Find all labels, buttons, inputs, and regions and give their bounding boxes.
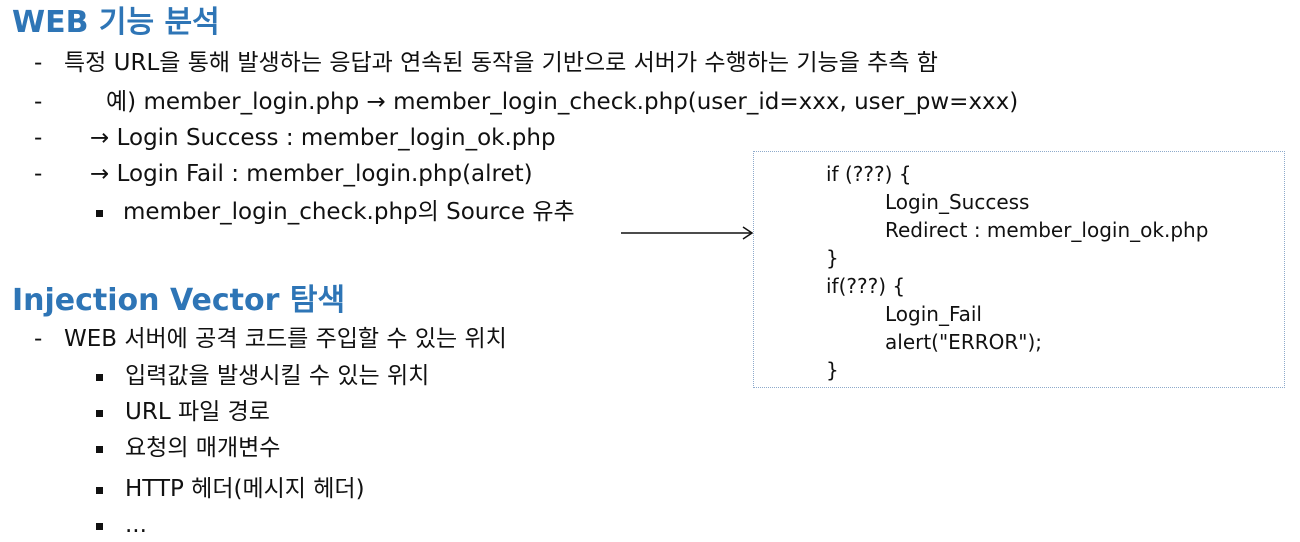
code-line: if (???) {	[826, 162, 912, 186]
code-line: alert("ERROR");	[885, 330, 1042, 354]
list-item: - 특정 URL을 통해 발생하는 응답과 연속된 동작을 기반으로 서버가 수…	[34, 50, 938, 76]
square-bullet-icon	[96, 446, 103, 453]
code-line: if(???) {	[826, 274, 906, 298]
code-line: Login_Success	[885, 190, 1030, 214]
code-line: Redirect : member_login_ok.php	[885, 218, 1209, 242]
dash-marker: -	[34, 326, 43, 352]
sub-list-item: 입력값을 발생시킬 수 있는 위치	[0, 365, 620, 391]
list-item: - 예) member_login.php → member_login_che…	[34, 89, 1018, 115]
square-bullet-icon	[96, 210, 103, 217]
list-item: - WEB 서버에 공격 코드를 주입할 수 있는 위치	[34, 326, 507, 352]
list-item-text: 예) member_login.php → member_login_check…	[106, 89, 1019, 115]
square-bullet-icon	[96, 374, 103, 381]
square-bullet-icon	[96, 410, 103, 417]
dash-marker: -	[34, 161, 43, 187]
sub-list-item-text: 입력값을 발생시킬 수 있는 위치	[125, 363, 430, 389]
sub-list-item-text: 요청의 매개변수	[125, 435, 281, 461]
right-arrow-icon	[621, 226, 754, 240]
list-item-text: 특정 URL을 통해 발생하는 응답과 연속된 동작을 기반으로 서버가 수행하…	[64, 50, 938, 76]
square-bullet-icon	[96, 523, 103, 530]
section-title-web-analysis: WEB 기능 분석	[12, 5, 220, 40]
dash-marker: -	[34, 89, 43, 115]
sub-list-item: HTTP 헤더(메시지 헤더)	[0, 478, 620, 504]
square-bullet-icon	[96, 487, 103, 494]
sub-list-item: 요청의 매개변수	[0, 437, 620, 463]
sub-list-item-text: URL 파일 경로	[125, 399, 270, 425]
code-line: }	[826, 358, 839, 382]
list-item-text: → Login Success : member_login_ok.php	[90, 125, 556, 151]
sub-list-item: member_login_check.php의 Source 유추	[0, 201, 620, 227]
sub-list-item: URL 파일 경로	[0, 401, 620, 427]
section-title-injection-vector: Injection Vector 탐색	[12, 283, 346, 318]
dash-marker: -	[34, 50, 43, 76]
list-item-text: → Login Fail : member_login.php(alret)	[90, 161, 533, 187]
code-line: }	[826, 246, 839, 270]
sub-list-item-text: member_login_check.php의 Source 유추	[123, 199, 575, 225]
list-item-text: WEB 서버에 공격 코드를 주입할 수 있는 위치	[64, 326, 507, 352]
code-line: Login_Fail	[885, 302, 982, 326]
pseudo-code-box: if (???) { Login_Success Redirect : memb…	[753, 151, 1285, 388]
dash-marker: -	[34, 125, 43, 151]
list-item: - → Login Success : member_login_ok.php	[34, 125, 556, 151]
list-item: - → Login Fail : member_login.php(alret)	[34, 161, 533, 187]
sub-list-item-text: HTTP 헤더(메시지 헤더)	[125, 476, 365, 502]
sub-list-item: ...	[0, 514, 620, 540]
sub-list-item-text: ...	[125, 512, 147, 538]
